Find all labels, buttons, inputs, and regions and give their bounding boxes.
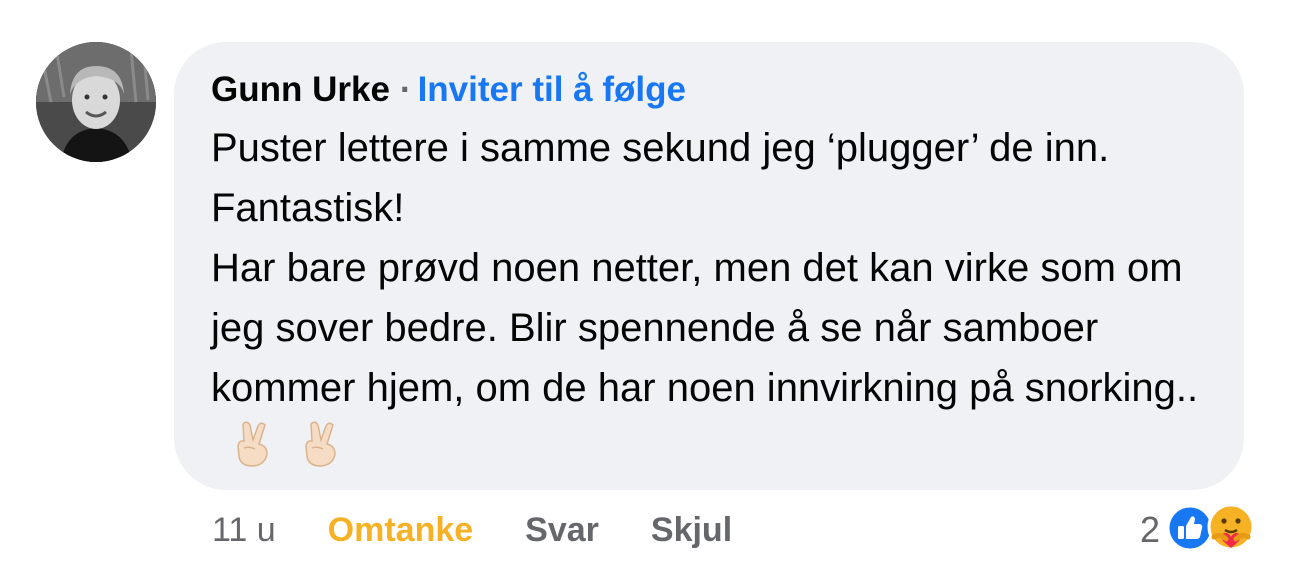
separator-dot: · <box>399 70 412 109</box>
reaction-summary[interactable]: 2 <box>1140 500 1256 560</box>
crossed-fingers-icon <box>299 418 341 485</box>
comment-bubble: Gunn Urke · Inviter til å følge Puster let… <box>174 42 1244 490</box>
invite-to-follow-link[interactable]: Inviter til å følge <box>418 70 686 109</box>
comment-text: Puster lettere i samme sekund jeg ‘plugg… <box>211 118 1208 485</box>
author-name[interactable]: Gunn Urke <box>211 70 390 109</box>
comment-header: Gunn Urke · Inviter til å følge <box>211 70 1208 110</box>
comment-paragraph: Har bare prøvd noen netter, men det kan … <box>211 238 1208 485</box>
reaction-count: 2 <box>1139 509 1160 550</box>
comment-timestamp[interactable]: 11 u <box>212 506 276 554</box>
comment-paragraph: Puster lettere i samme sekund jeg ‘plugg… <box>211 126 1110 230</box>
comment-paragraph-text: Har bare prøvd noen netter, men det kan … <box>211 246 1199 410</box>
reply-button[interactable]: Svar <box>525 506 599 554</box>
care-icon <box>1206 503 1256 558</box>
care-reaction-button[interactable]: Omtanke <box>328 506 474 554</box>
avatar[interactable] <box>36 42 156 162</box>
crossed-fingers-icon <box>231 418 273 485</box>
hide-button[interactable]: Skjul <box>651 506 732 554</box>
comment-actions: 11 u Omtanke Svar Skjul <box>212 506 732 554</box>
